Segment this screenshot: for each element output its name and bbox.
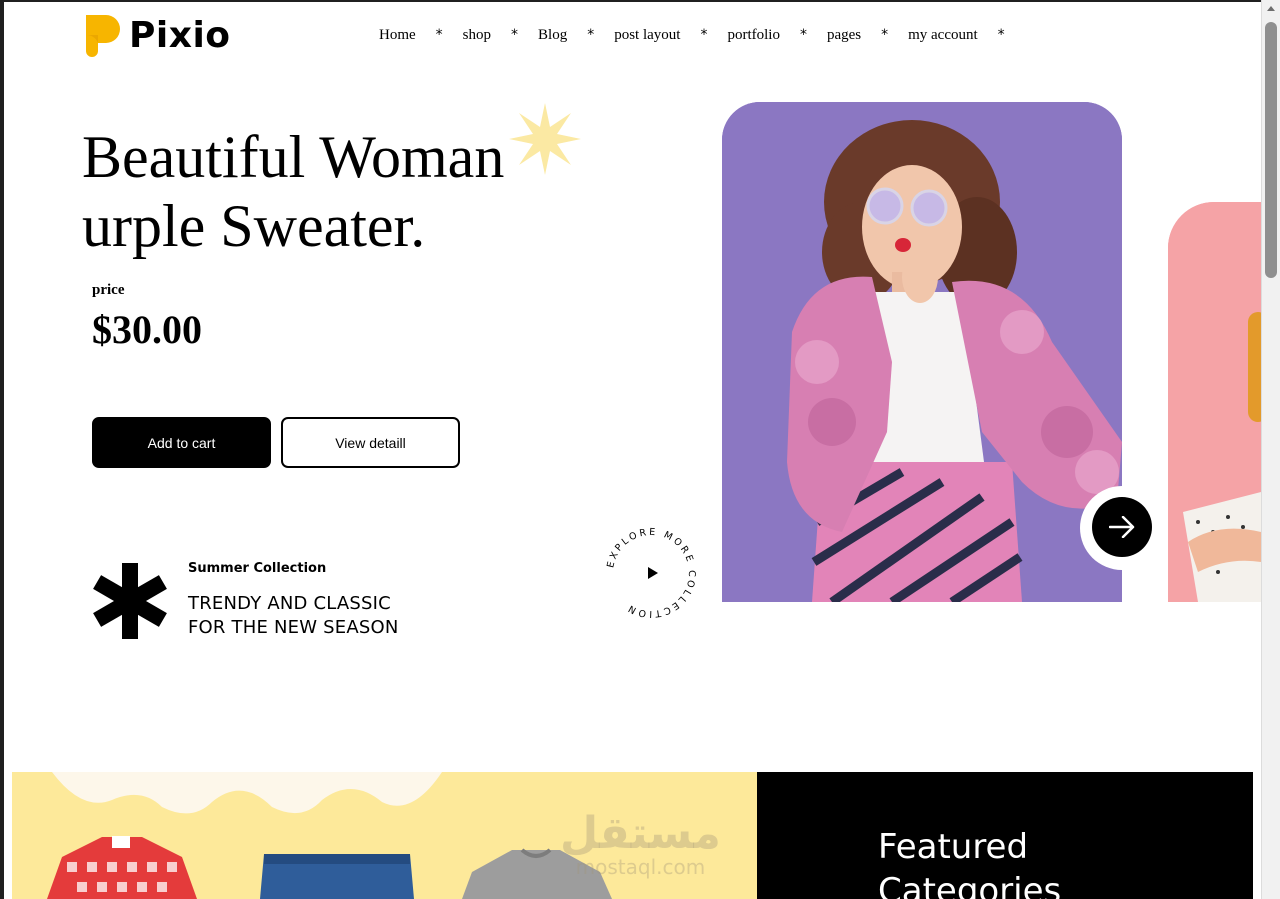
scrollbar-thumb[interactable] <box>1265 22 1277 278</box>
nav-link-portfolio[interactable]: portfolio <box>727 27 780 44</box>
main-nav: Home * shop * Blog * post layout * portf… <box>379 27 1025 44</box>
nav-item-blog: Blog * <box>538 27 614 44</box>
nav-item-home: Home * <box>379 27 463 44</box>
nav-separator: * <box>799 26 807 43</box>
checked-shirt-image <box>47 836 197 899</box>
nav-item-pages: pages * <box>827 27 908 44</box>
nav-separator: * <box>587 26 595 43</box>
nav-separator: * <box>511 26 519 43</box>
scroll-up-arrow-icon[interactable] <box>1267 6 1275 11</box>
nav-separator: * <box>700 26 708 43</box>
nav-link-shop[interactable]: shop <box>463 27 491 44</box>
next-slide-button[interactable] <box>1092 497 1152 557</box>
watermark: مستقل mostaql.com <box>560 808 721 879</box>
featured-categories-heading: Featured Categories <box>878 825 1061 899</box>
watermark-latin: mostaql.com <box>575 855 706 879</box>
nav-link-pages[interactable]: pages <box>827 27 861 44</box>
tagline-line-2: FOR THE NEW SEASON <box>188 617 399 638</box>
sparkle-icon <box>509 103 581 175</box>
hero-product-image <box>722 102 1122 602</box>
explore-collection-badge[interactable]: EXPLORE MORE COLLECTION <box>603 525 699 621</box>
collection-tagline: TRENDY AND CLASSIC FOR THE NEW SEASON <box>188 592 399 640</box>
tagline-line-1: TRENDY AND CLASSIC <box>188 593 391 614</box>
nav-separator: * <box>435 26 443 43</box>
nav-item-post-layout: post layout * <box>614 27 727 44</box>
secondary-product-image <box>1168 202 1261 602</box>
watermark-arabic: مستقل <box>560 808 721 859</box>
page-scrollbar[interactable] <box>1261 0 1280 899</box>
nav-item-portfolio: portfolio * <box>727 27 827 44</box>
brand-name: Pixio <box>129 14 231 56</box>
play-icon <box>648 567 658 579</box>
nav-separator: * <box>997 26 1005 43</box>
featured-heading-line-2: Categories <box>878 871 1062 899</box>
nav-link-home[interactable]: Home <box>379 27 416 44</box>
featured-heading-line-1: Featured <box>878 827 1029 867</box>
nav-link-post-layout[interactable]: post layout <box>614 27 680 44</box>
add-to-cart-button[interactable]: Add to cart <box>92 417 271 468</box>
nav-link-my-account[interactable]: my account <box>908 27 978 44</box>
nav-link-blog[interactable]: Blog <box>538 27 567 44</box>
price-label: price <box>92 282 125 298</box>
asterisk-icon <box>92 563 168 639</box>
brand-logo[interactable]: Pixio <box>84 12 231 58</box>
browser-frame-top <box>0 0 1280 2</box>
view-detail-button[interactable]: View detaill <box>281 417 460 468</box>
collection-label: Summer Collection <box>188 561 327 576</box>
arrow-right-icon <box>1109 516 1135 538</box>
logo-mark-icon <box>84 13 122 57</box>
nav-item-shop: shop * <box>463 27 538 44</box>
nav-separator: * <box>881 26 889 43</box>
nav-item-my-account: my account * <box>908 27 1025 44</box>
price-value: $30.00 <box>92 307 202 352</box>
hero-title-line-2: urple Sweater. <box>82 193 426 259</box>
jeans-image <box>260 854 414 899</box>
